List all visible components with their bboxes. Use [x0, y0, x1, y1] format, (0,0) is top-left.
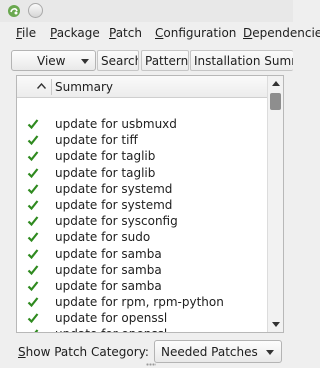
table-header: Summary: [17, 76, 267, 98]
table-row[interactable]: update for taglib: [17, 148, 267, 164]
checkmark-icon[interactable]: [27, 215, 39, 227]
checkmark-icon[interactable]: [27, 328, 39, 332]
checkmark-icon[interactable]: [27, 248, 39, 260]
row-summary: update for usbmuxd: [55, 117, 177, 131]
checkmark-icon[interactable]: [27, 183, 39, 195]
row-summary: update for sudo: [55, 230, 151, 245]
scrollbar-thumb[interactable]: [270, 93, 281, 110]
checkmark-icon[interactable]: [27, 118, 39, 130]
checkmark-icon[interactable]: [27, 167, 39, 179]
patch-category-value: Needed Patches: [161, 345, 258, 359]
patch-category-select[interactable]: Needed Patches: [154, 340, 282, 363]
row-summary: update for openssl: [55, 311, 168, 326]
table-row[interactable]: update for tiff: [17, 132, 267, 148]
row-summary: update for samba: [55, 278, 162, 293]
sort-ascending-icon[interactable]: [37, 83, 46, 89]
column-header-summary[interactable]: Summary: [55, 80, 113, 94]
table-row[interactable]: update for openssl: [17, 310, 267, 326]
table-row[interactable]: update for usbmuxd: [17, 116, 267, 132]
row-summary: update for tiff: [55, 133, 138, 148]
menu-dependencies[interactable]: Dependencies: [243, 26, 320, 40]
row-summary: update for samba: [55, 246, 162, 261]
checkmark-icon[interactable]: [27, 264, 39, 276]
patch-category-label: Show Patch Category:: [18, 345, 149, 359]
table-row[interactable]: update for sysconfig: [17, 213, 267, 229]
title-bar: [0, 0, 293, 22]
table-row[interactable]: update for systemd: [17, 181, 267, 197]
checkmark-icon[interactable]: [27, 296, 39, 308]
patch-list: Summary update for usbmuxd update for tif…: [16, 75, 284, 333]
checkmark-icon[interactable]: [27, 199, 39, 211]
scroll-down-icon[interactable]: [272, 322, 280, 327]
checkmark-icon[interactable]: [27, 134, 39, 146]
table-row[interactable]: update for samba: [17, 278, 267, 294]
menu-patch[interactable]: Patch: [109, 26, 142, 40]
tab-patterns[interactable]: Patterns: [141, 50, 189, 71]
splitter-handle[interactable]: [146, 363, 156, 366]
window-menu-button[interactable]: [28, 3, 43, 18]
table-row[interactable]: update for samba: [17, 246, 267, 262]
row-summary: update for samba: [55, 262, 162, 277]
row-summary: update for taglib: [55, 149, 156, 164]
vertical-scrollbar[interactable]: [267, 76, 283, 332]
table-row[interactable]: update for samba: [17, 262, 267, 278]
column-separator: [51, 79, 52, 95]
row-summary: update for taglib: [55, 165, 156, 180]
table-row[interactable]: update for rpm, rpm-python: [17, 294, 267, 310]
table-body: update for usbmuxd update for tiff update …: [17, 116, 267, 332]
view-dropdown-button[interactable]: View: [11, 50, 96, 71]
row-summary: update for rpm, rpm-python: [55, 295, 224, 310]
table-row[interactable]: update for systemd: [17, 197, 267, 213]
tab-search[interactable]: Search: [97, 50, 139, 71]
checkmark-icon[interactable]: [27, 231, 39, 243]
table-row[interactable]: update for taglib: [17, 165, 267, 181]
row-summary: update for sysconfig: [55, 214, 178, 229]
chevron-down-icon: [266, 350, 274, 355]
row-summary: update for systemd: [55, 181, 173, 196]
checkmark-icon[interactable]: [27, 280, 39, 292]
row-summary: update for openssl: [55, 327, 167, 332]
app-icon: [8, 5, 20, 17]
scroll-up-icon[interactable]: [272, 81, 280, 86]
tab-installation-summary[interactable]: Installation Summary: [190, 50, 293, 71]
view-label: View: [37, 54, 66, 68]
checkmark-icon[interactable]: [27, 150, 39, 162]
checkmark-icon[interactable]: [27, 312, 39, 324]
menu-file[interactable]: File: [16, 26, 36, 40]
row-summary: update for systemd: [55, 197, 173, 212]
menu-configuration[interactable]: Configuration: [155, 26, 236, 40]
toolbar: View Search Patterns Installation Summar…: [0, 47, 293, 73]
table-row[interactable]: update for sudo: [17, 229, 267, 245]
menu-bar: File Package Patch Configuration Depende…: [0, 24, 320, 44]
chevron-down-icon: [81, 59, 89, 64]
table-row[interactable]: update for openssl: [17, 326, 267, 332]
menu-package[interactable]: Package: [50, 26, 100, 40]
